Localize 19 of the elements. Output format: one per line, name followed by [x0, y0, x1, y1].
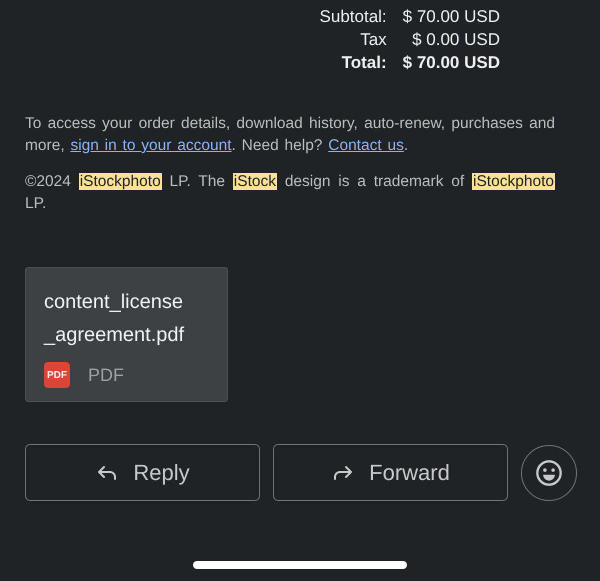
emoji-reaction-button[interactable] [521, 444, 577, 500]
total-label: Tax [359, 30, 387, 50]
total-label: Total: [340, 53, 387, 73]
total-value: $ 70.00 USD [402, 7, 500, 27]
account-link[interactable]: sign in to your account [70, 137, 232, 154]
file-name: _agreement.pdf [44, 323, 186, 348]
total-value: $ 0.00 USD [411, 30, 500, 50]
reply-button[interactable]: Reply [25, 444, 260, 501]
total-label: Subtotal: [320, 7, 387, 27]
smiley-icon [535, 458, 563, 486]
account-link[interactable]: Contact us [328, 137, 404, 154]
total-value: $ 70.00 USD [402, 53, 500, 73]
forward-button[interactable]: Forward [273, 444, 508, 501]
copyright-text: ©2024 iStockphoto LP. The iStock design is a trademark of iStockphoto LP. [25, 172, 555, 214]
attachment-card[interactable]: content_license _agreement.pdf PDF PDF [25, 267, 228, 402]
file-name: content_license [44, 290, 184, 315]
pdf-icon: PDF [44, 362, 70, 388]
account-help-text: To access your order details, download history, auto-renew, purchases and more, sign in to your account. Need help? Contact us. [25, 114, 555, 156]
file-type: PDF [88, 364, 124, 386]
